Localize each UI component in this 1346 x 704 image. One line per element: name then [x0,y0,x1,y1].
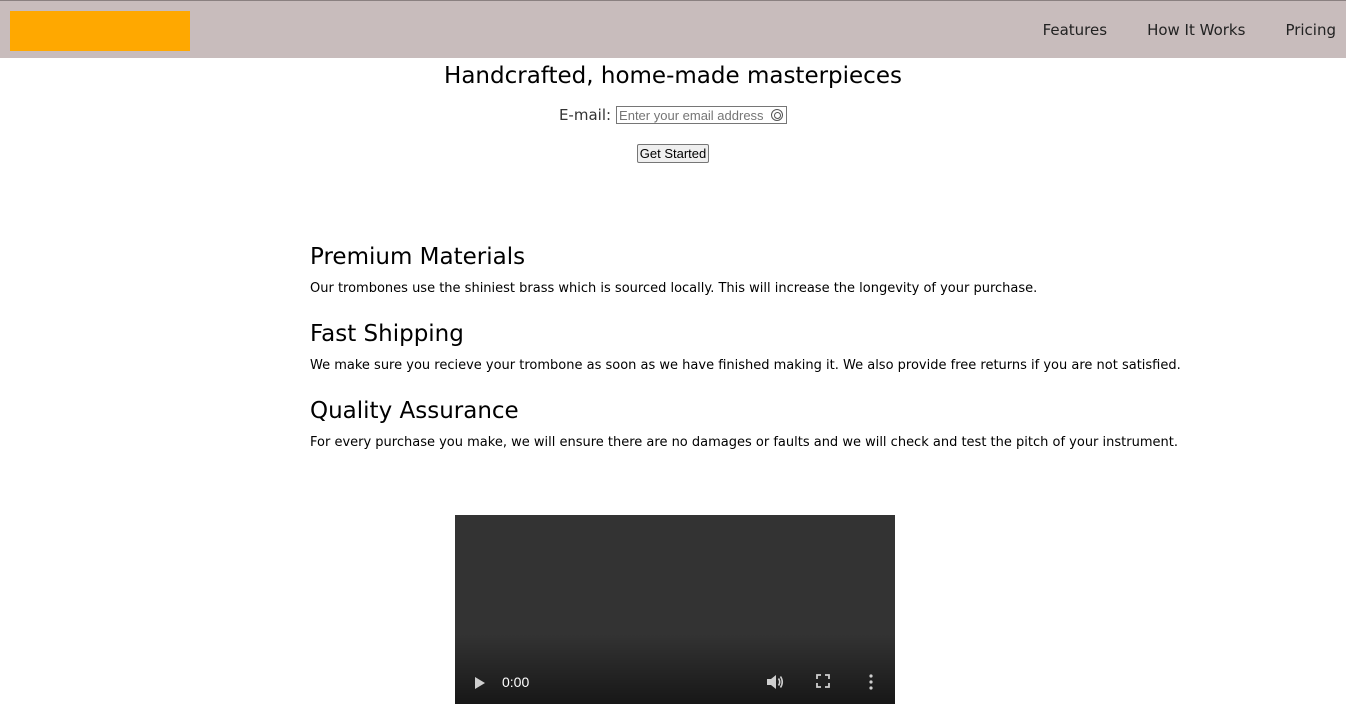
feature-title: Premium Materials [310,244,526,270]
nav-link-how-it-works[interactable]: How It Works [1147,21,1245,39]
nav-link-pricing[interactable]: Pricing [1285,21,1336,39]
video-controls [455,634,895,704]
email-label: E-mail: [558,106,612,124]
feature-text: Our trombones use the shiniest brass whi… [310,281,1038,296]
video-time: 0:00 [502,674,530,690]
feature-item: Premium Materials Our trombones use the … [310,240,1130,317]
video-player[interactable]: 0:00 [455,515,895,704]
more-options-icon[interactable] [869,674,873,690]
feature-item: Fast Shipping We make sure you recieve y… [310,317,1181,394]
email-placeholder: Enter your email address [619,107,764,123]
get-started-button[interactable]: Get Started [636,144,710,163]
feature-text: For every purchase you make, we will ens… [310,435,1178,450]
fullscreen-icon[interactable] [816,674,830,688]
autofill-icon[interactable] [771,109,784,121]
hero-title: Handcrafted, home-made masterpieces [444,63,902,89]
nav-link-features[interactable]: Features [1043,21,1108,39]
feature-text: We make sure you recieve your trombone a… [310,358,1181,373]
hero-section: Handcrafted, home-made masterpieces E-ma… [0,60,1346,163]
feature-item: Quality Assurance For every purchase you… [310,394,1178,471]
logo[interactable] [10,11,190,51]
play-icon[interactable] [475,677,485,689]
email-input[interactable]: Enter your email address [616,106,788,124]
site-header: Features How It Works Pricing [0,0,1346,58]
feature-title: Quality Assurance [310,398,519,424]
email-form: E-mail: Enter your email address [0,106,1346,124]
feature-title: Fast Shipping [310,321,464,347]
volume-icon[interactable] [766,674,784,690]
nav-bar: Features How It Works Pricing [1013,1,1346,59]
features-section: Premium Materials Our trombones use the … [310,240,1181,471]
